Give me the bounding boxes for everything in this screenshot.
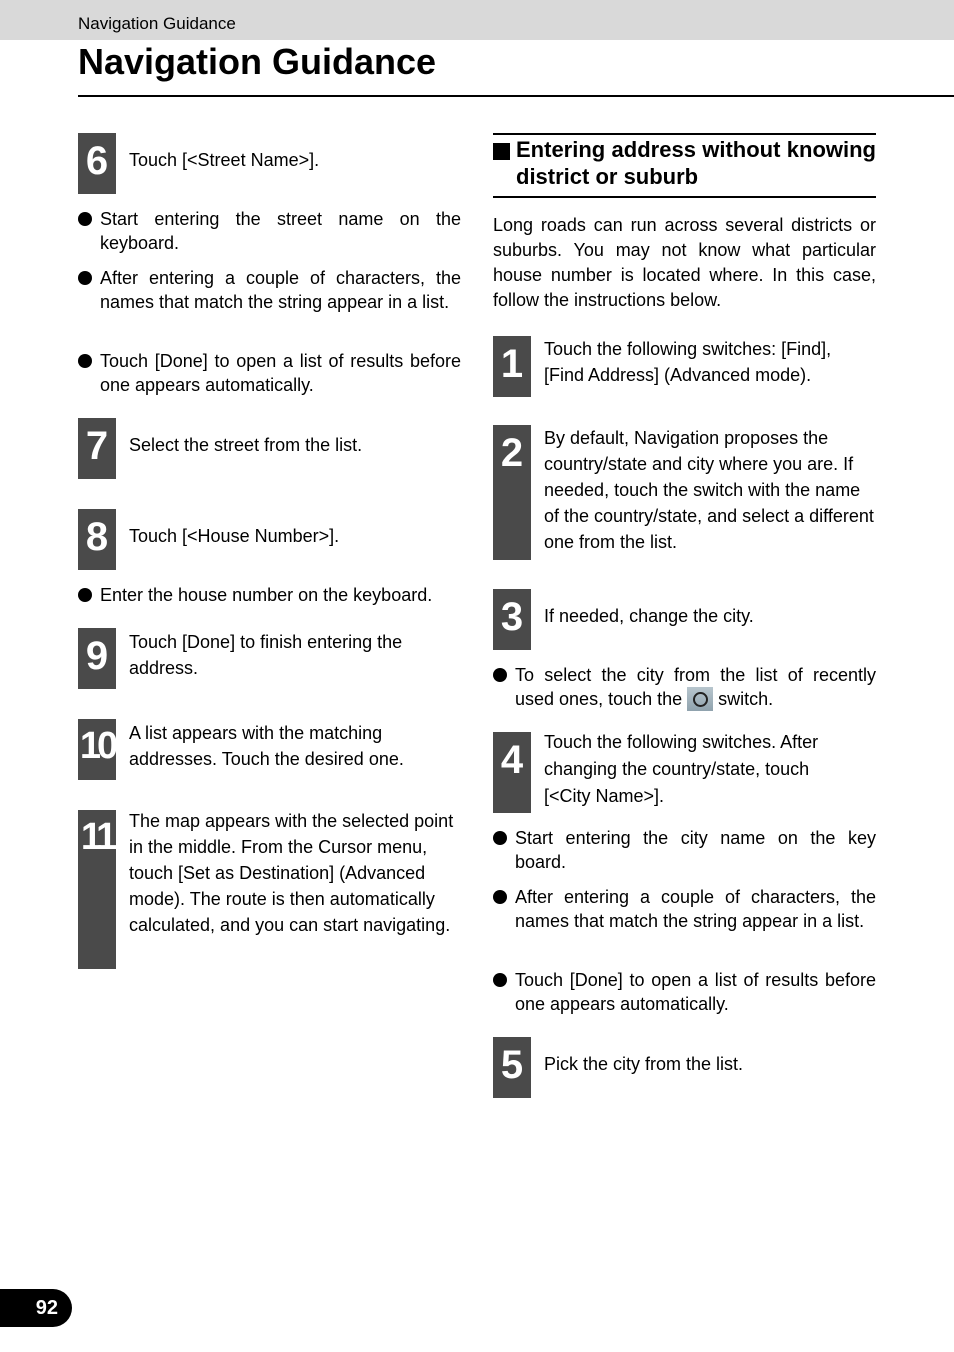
bullet-item: After entering a couple of characters, t… <box>78 266 461 314</box>
step-text: Touch [Done] to finish entering the addr… <box>129 632 403 678</box>
step-3: 3 If needed, change the city. <box>493 589 864 650</box>
step-number-badge: 4 <box>493 732 531 813</box>
step-10: 10 A list appears with the matching addr… <box>78 719 449 780</box>
bullet-icon <box>493 831 507 845</box>
step-1: 1 Touch the following switches: [Find], … <box>493 336 864 397</box>
bullet-item: After entering a couple of characters, t… <box>493 885 876 933</box>
step-text: Pick the city from the list. <box>544 1054 744 1074</box>
step-9: 9 Touch [Done] to finish entering the ad… <box>78 628 449 689</box>
intro-paragraph: Long roads can run across several distri… <box>493 215 876 310</box>
running-header: Navigation Guidance <box>0 0 954 40</box>
step-11: 11 The map appears with the selected poi… <box>78 810 454 969</box>
step-text: If needed, change the city. <box>544 606 754 626</box>
step-number-badge: 1 <box>493 336 531 397</box>
step-7: 7 Select the street from the list. <box>78 418 459 479</box>
step-text: Touch the following switches. After chan… <box>544 732 819 806</box>
bullet-icon <box>493 890 507 904</box>
step-5: 5 Pick the city from the list. <box>493 1037 864 1098</box>
step-text: Touch the following switches: [Find], [F… <box>544 339 832 385</box>
step-number-badge: 3 <box>493 589 531 650</box>
bullet-icon <box>493 973 507 987</box>
bullet-icon <box>78 354 92 368</box>
step-8: 8 Touch [<House Number>]. <box>78 509 459 570</box>
step-number-badge: 7 <box>78 418 116 479</box>
bullet-icon <box>493 668 507 682</box>
bullet-item: Start entering the city name on the key … <box>493 826 876 874</box>
step-text: The map appears with the selected point … <box>129 811 454 935</box>
step-2: 2 By default, Navigation proposes the co… <box>493 425 874 560</box>
step-number-badge: 10 <box>78 719 118 780</box>
bullet-icon <box>78 588 92 602</box>
step-number-badge: 11 <box>78 810 117 969</box>
bullet-item: Touch [Done] to open a list of results b… <box>78 349 461 397</box>
step-text: Select the street from the list. <box>129 435 363 455</box>
bullet-item: Touch [Done] to open a list of results b… <box>493 968 876 1016</box>
page-number: 92 <box>0 1289 72 1327</box>
step-text: By default, Navigation proposes the coun… <box>544 428 874 552</box>
title-divider <box>78 95 954 97</box>
step-number-badge: 2 <box>493 425 531 560</box>
step-number-badge: 9 <box>78 628 116 689</box>
step-number-badge: 6 <box>78 133 116 194</box>
step-text: Touch [<House Number>]. <box>129 526 340 546</box>
running-title: Navigation Guidance <box>78 14 236 33</box>
bullet-item: To select the city from the list of rece… <box>493 663 876 711</box>
bullet-item: Enter the house number on the keyboard. <box>78 583 461 607</box>
step-number-badge: 5 <box>493 1037 531 1098</box>
step-number-badge: 8 <box>78 509 116 570</box>
step-6: 6 Touch [<Street Name>]. <box>78 133 459 194</box>
step-text: A list appears with the matching address… <box>129 723 404 769</box>
section-heading: Entering address without knowing distric… <box>493 133 876 198</box>
page-title: Navigation Guidance <box>78 41 437 82</box>
square-bullet-icon <box>493 143 510 160</box>
step-4: 4 Touch the following switches. After ch… <box>493 732 854 813</box>
bullet-icon <box>78 271 92 285</box>
step-text: Touch [<Street Name>]. <box>129 150 320 170</box>
bullet-icon <box>78 212 92 226</box>
bullet-item: Start entering the street name on the ke… <box>78 207 461 255</box>
recent-history-icon <box>687 687 714 711</box>
